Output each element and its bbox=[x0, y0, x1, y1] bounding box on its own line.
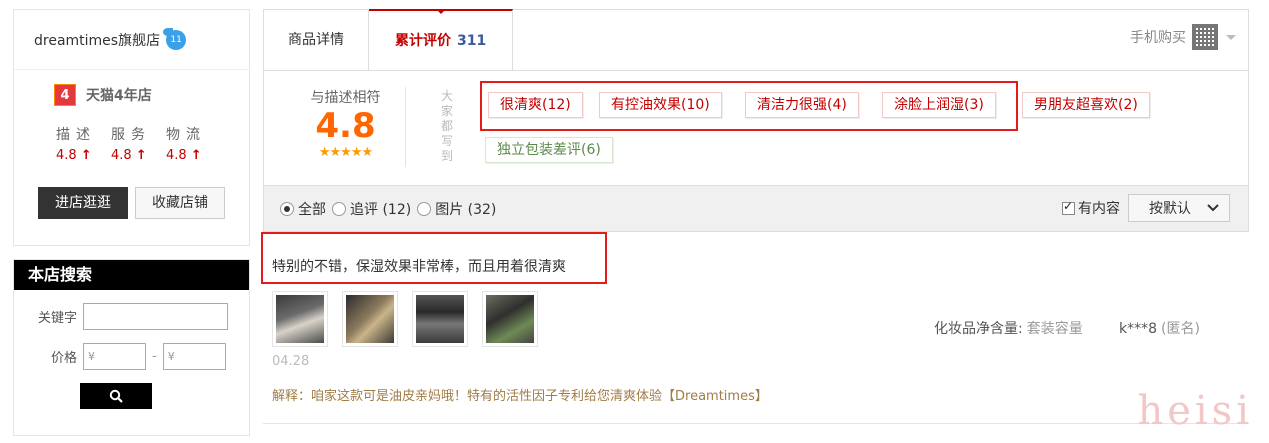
impression-tag[interactable]: 清洁力很强(4) bbox=[745, 92, 859, 118]
sort-select[interactable]: 按默认 bbox=[1128, 194, 1230, 222]
rating-summary: 与描述相符 4.8 ★★★★★ 大 家 都 写 到 很清爽(12) 有控油效果(… bbox=[263, 71, 1249, 186]
caret-down-icon bbox=[1226, 34, 1236, 45]
impression-tag[interactable]: 男朋友超喜欢(2) bbox=[1022, 92, 1150, 118]
highlight-box bbox=[261, 232, 607, 284]
impression-tag[interactable]: 很清爽(12) bbox=[488, 92, 583, 118]
arrow-up-icon: ↑ bbox=[80, 148, 92, 163]
review-date: 04.28 bbox=[272, 354, 310, 369]
divider bbox=[263, 423, 1249, 424]
keyword-input[interactable] bbox=[83, 303, 228, 330]
dsr-value: 4.8 ↑ bbox=[56, 148, 92, 163]
dsr-service: 服务 4.8 ↑ bbox=[111, 124, 166, 163]
sku-info: 化妆品净含量: 套装容量 bbox=[934, 321, 1083, 337]
filter-pictures[interactable]: 图片 (32) bbox=[417, 199, 496, 219]
score-block: 与描述相符 4.8 ★★★★★ bbox=[286, 87, 406, 167]
shop-dsr: 描述 4.8 ↑ 服务 4.8 ↑ 物流 4.8 ↑ bbox=[14, 124, 249, 163]
radio-icon[interactable] bbox=[417, 201, 432, 216]
review-photos bbox=[272, 291, 1249, 347]
radio-checked-icon[interactable] bbox=[280, 201, 294, 216]
radio-icon[interactable] bbox=[332, 201, 346, 216]
filter-all[interactable]: 全部 bbox=[280, 199, 326, 219]
filter-followup[interactable]: 追评 (12) bbox=[332, 199, 411, 219]
shop-buttons: 进店逛逛 收藏店铺 bbox=[14, 187, 249, 219]
everyone-wrote-label: 大 家 都 写 到 bbox=[441, 89, 454, 163]
main-content: 商品详情 累计评价 311 手机购买 与描述相符 4.8 ★★★★★ 大 家 都 … bbox=[261, 9, 1249, 404]
watermark: heisi bbox=[1137, 388, 1253, 434]
impression-tag[interactable]: 有控油效果(10) bbox=[599, 92, 722, 118]
filter-right: 有内容 按默认 bbox=[1062, 194, 1230, 222]
shop-search-title: 本店搜索 bbox=[14, 260, 249, 290]
search-icon bbox=[109, 389, 123, 403]
review-photo[interactable] bbox=[482, 291, 538, 347]
review-filter-bar: 全部 追评 (12) 图片 (32) 有内容 按默认 bbox=[263, 186, 1249, 232]
tab-bar: 商品详情 累计评价 311 手机购买 bbox=[263, 9, 1249, 71]
review-photo[interactable] bbox=[412, 291, 468, 347]
seller-reply: 解释：咱家这款可是油皮亲妈哦！特有的活性因子专利给您清爽体验【Dreamtime… bbox=[272, 389, 768, 404]
reviewer-name: k***8 (匿名) bbox=[1119, 321, 1200, 337]
shop-name[interactable]: dreamtimes旗舰店 bbox=[34, 30, 160, 50]
years-badge: 4 bbox=[54, 84, 76, 106]
chevron-down-icon bbox=[1207, 204, 1219, 212]
shop-name-row[interactable]: dreamtimes旗舰店 11 bbox=[14, 10, 249, 70]
price-label: 价格 bbox=[50, 351, 77, 366]
mobile-buy-label: 手机购买 bbox=[1130, 30, 1186, 46]
shop-card: dreamtimes旗舰店 11 4 天猫4年店 描述 4.8 ↑ 服务 4.8… bbox=[13, 9, 250, 246]
review-photo[interactable] bbox=[272, 291, 328, 347]
dsr-label: 描述 bbox=[56, 127, 96, 143]
mobile-buy[interactable]: 手机购买 bbox=[1130, 24, 1236, 50]
price-separator: - bbox=[152, 349, 157, 364]
qr-code-icon bbox=[1192, 24, 1218, 50]
star-rating-icon: ★★★★★ bbox=[318, 145, 373, 160]
keyword-label: 关键字 bbox=[37, 311, 77, 326]
wangwang-chat-icon[interactable]: 11 bbox=[163, 27, 187, 50]
has-content-checkbox[interactable] bbox=[1062, 199, 1075, 215]
years-text: 天猫4年店 bbox=[86, 88, 152, 104]
sort-value: 按默认 bbox=[1149, 201, 1191, 217]
dsr-label: 物流 bbox=[166, 127, 206, 143]
search-button[interactable] bbox=[80, 383, 152, 409]
dsr-label: 服务 bbox=[111, 127, 151, 143]
arrow-up-icon: ↑ bbox=[190, 148, 202, 163]
dsr-logistics: 物流 4.8 ↑ bbox=[166, 124, 221, 163]
impression-tag[interactable]: 涂脸上润湿(3) bbox=[882, 92, 996, 118]
tab-reviews[interactable]: 累计评价 311 bbox=[369, 9, 514, 70]
favorite-shop-button[interactable]: 收藏店铺 bbox=[135, 187, 225, 219]
enter-shop-button[interactable]: 进店逛逛 bbox=[38, 187, 128, 219]
price-max-input[interactable]: ¥ bbox=[162, 343, 226, 370]
impression-tag-negative[interactable]: 独立包装差评(6) bbox=[485, 137, 613, 163]
price-row: 价格 ¥ - ¥ bbox=[14, 343, 249, 370]
has-content-label: 有内容 bbox=[1078, 201, 1120, 217]
dsr-description: 描述 4.8 ↑ bbox=[56, 124, 111, 163]
score-label: 与描述相符 bbox=[310, 90, 381, 106]
dsr-value: 4.8 ↑ bbox=[166, 148, 202, 163]
arrow-up-icon: ↑ bbox=[135, 148, 147, 163]
tab-product-details[interactable]: 商品详情 bbox=[264, 10, 369, 70]
dsr-value: 4.8 ↑ bbox=[111, 148, 147, 163]
review-count: 311 bbox=[457, 33, 487, 49]
review-photo[interactable] bbox=[342, 291, 398, 347]
tab-reviews-label: 累计评价 bbox=[395, 33, 451, 49]
price-min-input[interactable]: ¥ bbox=[83, 343, 146, 370]
score-value: 4.8 bbox=[315, 106, 376, 146]
keyword-row: 关键字 bbox=[14, 303, 249, 330]
shop-search-card: 本店搜索 关键字 价格 ¥ - ¥ bbox=[13, 259, 250, 436]
shop-years: 4 天猫4年店 bbox=[14, 84, 249, 106]
